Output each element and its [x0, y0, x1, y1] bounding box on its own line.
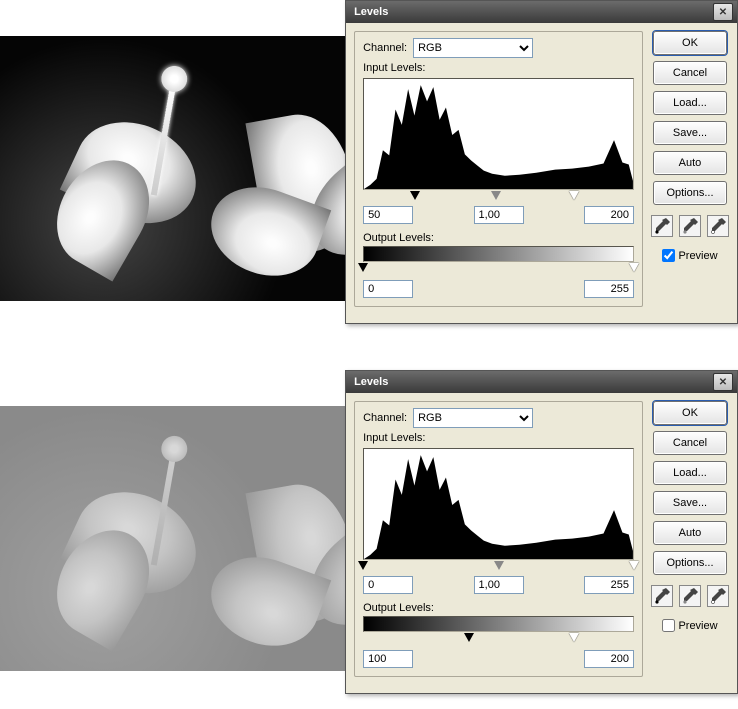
dialog-title: Levels [354, 6, 388, 18]
output-white-slider[interactable] [569, 633, 579, 642]
close-button[interactable]: ✕ [713, 373, 733, 391]
save-button[interactable]: Save... [653, 121, 727, 145]
output-slider[interactable] [363, 634, 634, 644]
input-black-field[interactable] [363, 206, 413, 224]
input-slider[interactable] [363, 562, 634, 572]
output-gradient [363, 246, 634, 262]
ok-button[interactable]: OK [653, 31, 727, 55]
auto-button[interactable]: Auto [653, 151, 727, 175]
output-black-field[interactable] [363, 650, 413, 668]
eyedropper-white[interactable] [707, 585, 729, 607]
histogram-path [364, 455, 633, 559]
preview-label: Preview [678, 620, 717, 632]
cancel-button[interactable]: Cancel [653, 431, 727, 455]
input-levels-label: Input Levels: [363, 62, 634, 74]
eyedropper-black[interactable] [651, 585, 673, 607]
output-white-field[interactable] [584, 650, 634, 668]
preview-checkbox-wrap[interactable]: Preview [662, 619, 717, 632]
eyedropper-gray[interactable] [679, 215, 701, 237]
input-gamma-slider[interactable] [494, 561, 504, 570]
options-button[interactable]: Options... [653, 551, 727, 575]
options-button[interactable]: Options... [653, 181, 727, 205]
preview-checkbox[interactable] [662, 249, 675, 262]
input-white-field[interactable] [584, 206, 634, 224]
preview-checkbox[interactable] [662, 619, 675, 632]
channel-select[interactable]: RGB [413, 408, 533, 428]
close-icon: ✕ [719, 377, 727, 388]
eyedropper-black[interactable] [651, 215, 673, 237]
levels-dialog: Levels ✕ Channel: RGB Input Levels: [345, 370, 738, 694]
output-slider[interactable] [363, 264, 634, 274]
input-black-slider[interactable] [358, 561, 368, 570]
input-black-slider[interactable] [410, 191, 420, 200]
input-levels-label: Input Levels: [363, 432, 634, 444]
input-white-field[interactable] [584, 576, 634, 594]
load-button[interactable]: Load... [653, 91, 727, 115]
output-white-field[interactable] [584, 280, 634, 298]
input-black-field[interactable] [363, 576, 413, 594]
output-gradient [363, 616, 634, 632]
output-black-slider[interactable] [358, 263, 368, 272]
auto-button[interactable]: Auto [653, 521, 727, 545]
output-levels-label: Output Levels: [363, 232, 634, 244]
image-preview [0, 36, 345, 301]
input-white-slider[interactable] [569, 191, 579, 200]
dialog-title: Levels [354, 376, 388, 388]
channel-label: Channel: [363, 412, 407, 424]
titlebar[interactable]: Levels ✕ [346, 1, 737, 23]
output-black-field[interactable] [363, 280, 413, 298]
histogram-path [364, 85, 633, 189]
histogram [363, 448, 634, 560]
titlebar[interactable]: Levels ✕ [346, 371, 737, 393]
preview-label: Preview [678, 250, 717, 262]
eyedropper-white[interactable] [707, 215, 729, 237]
input-white-slider[interactable] [629, 561, 639, 570]
close-button[interactable]: ✕ [713, 3, 733, 21]
image-preview [0, 406, 345, 671]
input-gamma-slider[interactable] [491, 191, 501, 200]
input-gamma-field[interactable] [474, 206, 524, 224]
load-button[interactable]: Load... [653, 461, 727, 485]
histogram [363, 78, 634, 190]
ok-button[interactable]: OK [653, 401, 727, 425]
eyedropper-gray[interactable] [679, 585, 701, 607]
channel-select[interactable]: RGB [413, 38, 533, 58]
save-button[interactable]: Save... [653, 491, 727, 515]
input-slider[interactable] [363, 192, 634, 202]
output-white-slider[interactable] [629, 263, 639, 272]
levels-dialog: Levels ✕ Channel: RGB Input Levels: [345, 0, 738, 324]
channel-label: Channel: [363, 42, 407, 54]
preview-checkbox-wrap[interactable]: Preview [662, 249, 717, 262]
cancel-button[interactable]: Cancel [653, 61, 727, 85]
close-icon: ✕ [719, 7, 727, 18]
output-levels-label: Output Levels: [363, 602, 634, 614]
input-gamma-field[interactable] [474, 576, 524, 594]
output-black-slider[interactable] [464, 633, 474, 642]
